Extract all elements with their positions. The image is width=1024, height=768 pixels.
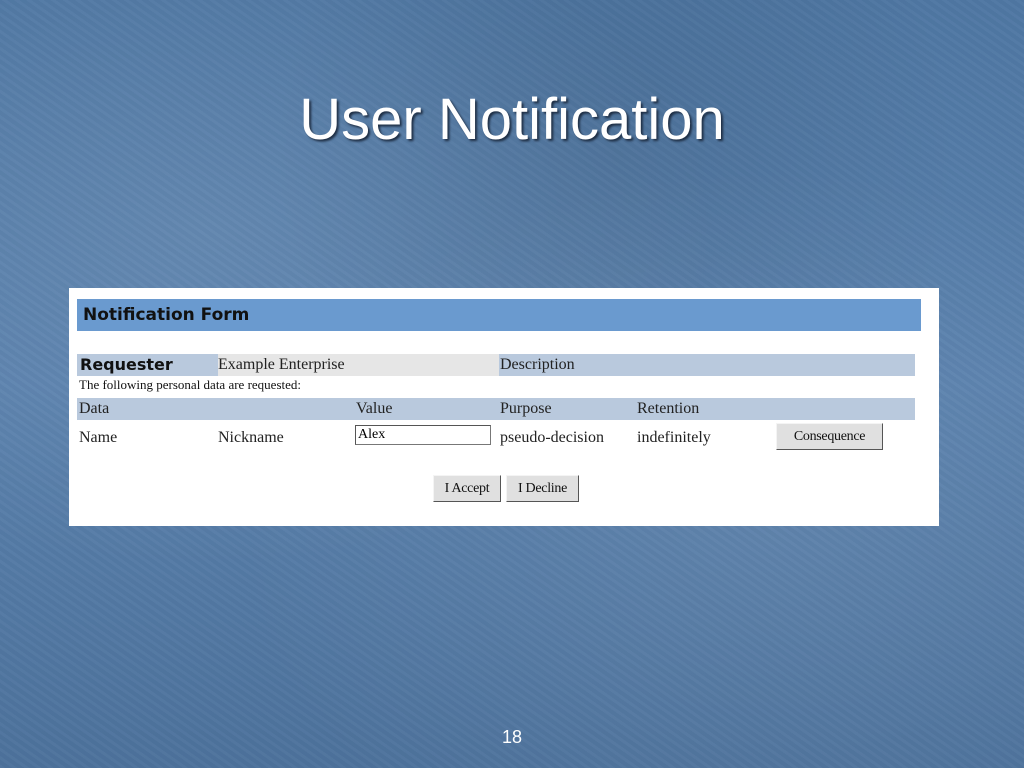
column-header-purpose: Purpose (500, 400, 552, 417)
retention-cell: indefinitely (637, 429, 711, 446)
requester-name: Example Enterprise (218, 356, 345, 373)
decline-button[interactable]: I Decline (506, 475, 579, 502)
requester-label: Requester (80, 355, 173, 374)
accept-button[interactable]: I Accept (433, 475, 501, 502)
field-cell: Nickname (218, 429, 284, 446)
slide-title: User Notification (299, 87, 725, 152)
column-header-value: Value (356, 400, 393, 417)
description-label: Description (500, 356, 575, 373)
form-title: Notification Form (77, 299, 921, 331)
purpose-cell: pseudo-decision (500, 429, 604, 446)
requester-row: Requester Example Enterprise Description (77, 354, 915, 376)
notification-form-screenshot: Notification Form Requester Example Ente… (69, 288, 939, 526)
column-header-retention: Retention (637, 400, 700, 417)
data-cell: Name (79, 429, 118, 446)
column-header-data: Data (79, 400, 110, 417)
consequence-button[interactable]: Consequence (776, 423, 883, 450)
value-input[interactable] (355, 425, 491, 445)
table-header-row: Data Value Purpose Retention (77, 398, 915, 420)
page-number: 18 (501, 727, 523, 747)
request-note: The following personal data are requeste… (79, 377, 301, 392)
